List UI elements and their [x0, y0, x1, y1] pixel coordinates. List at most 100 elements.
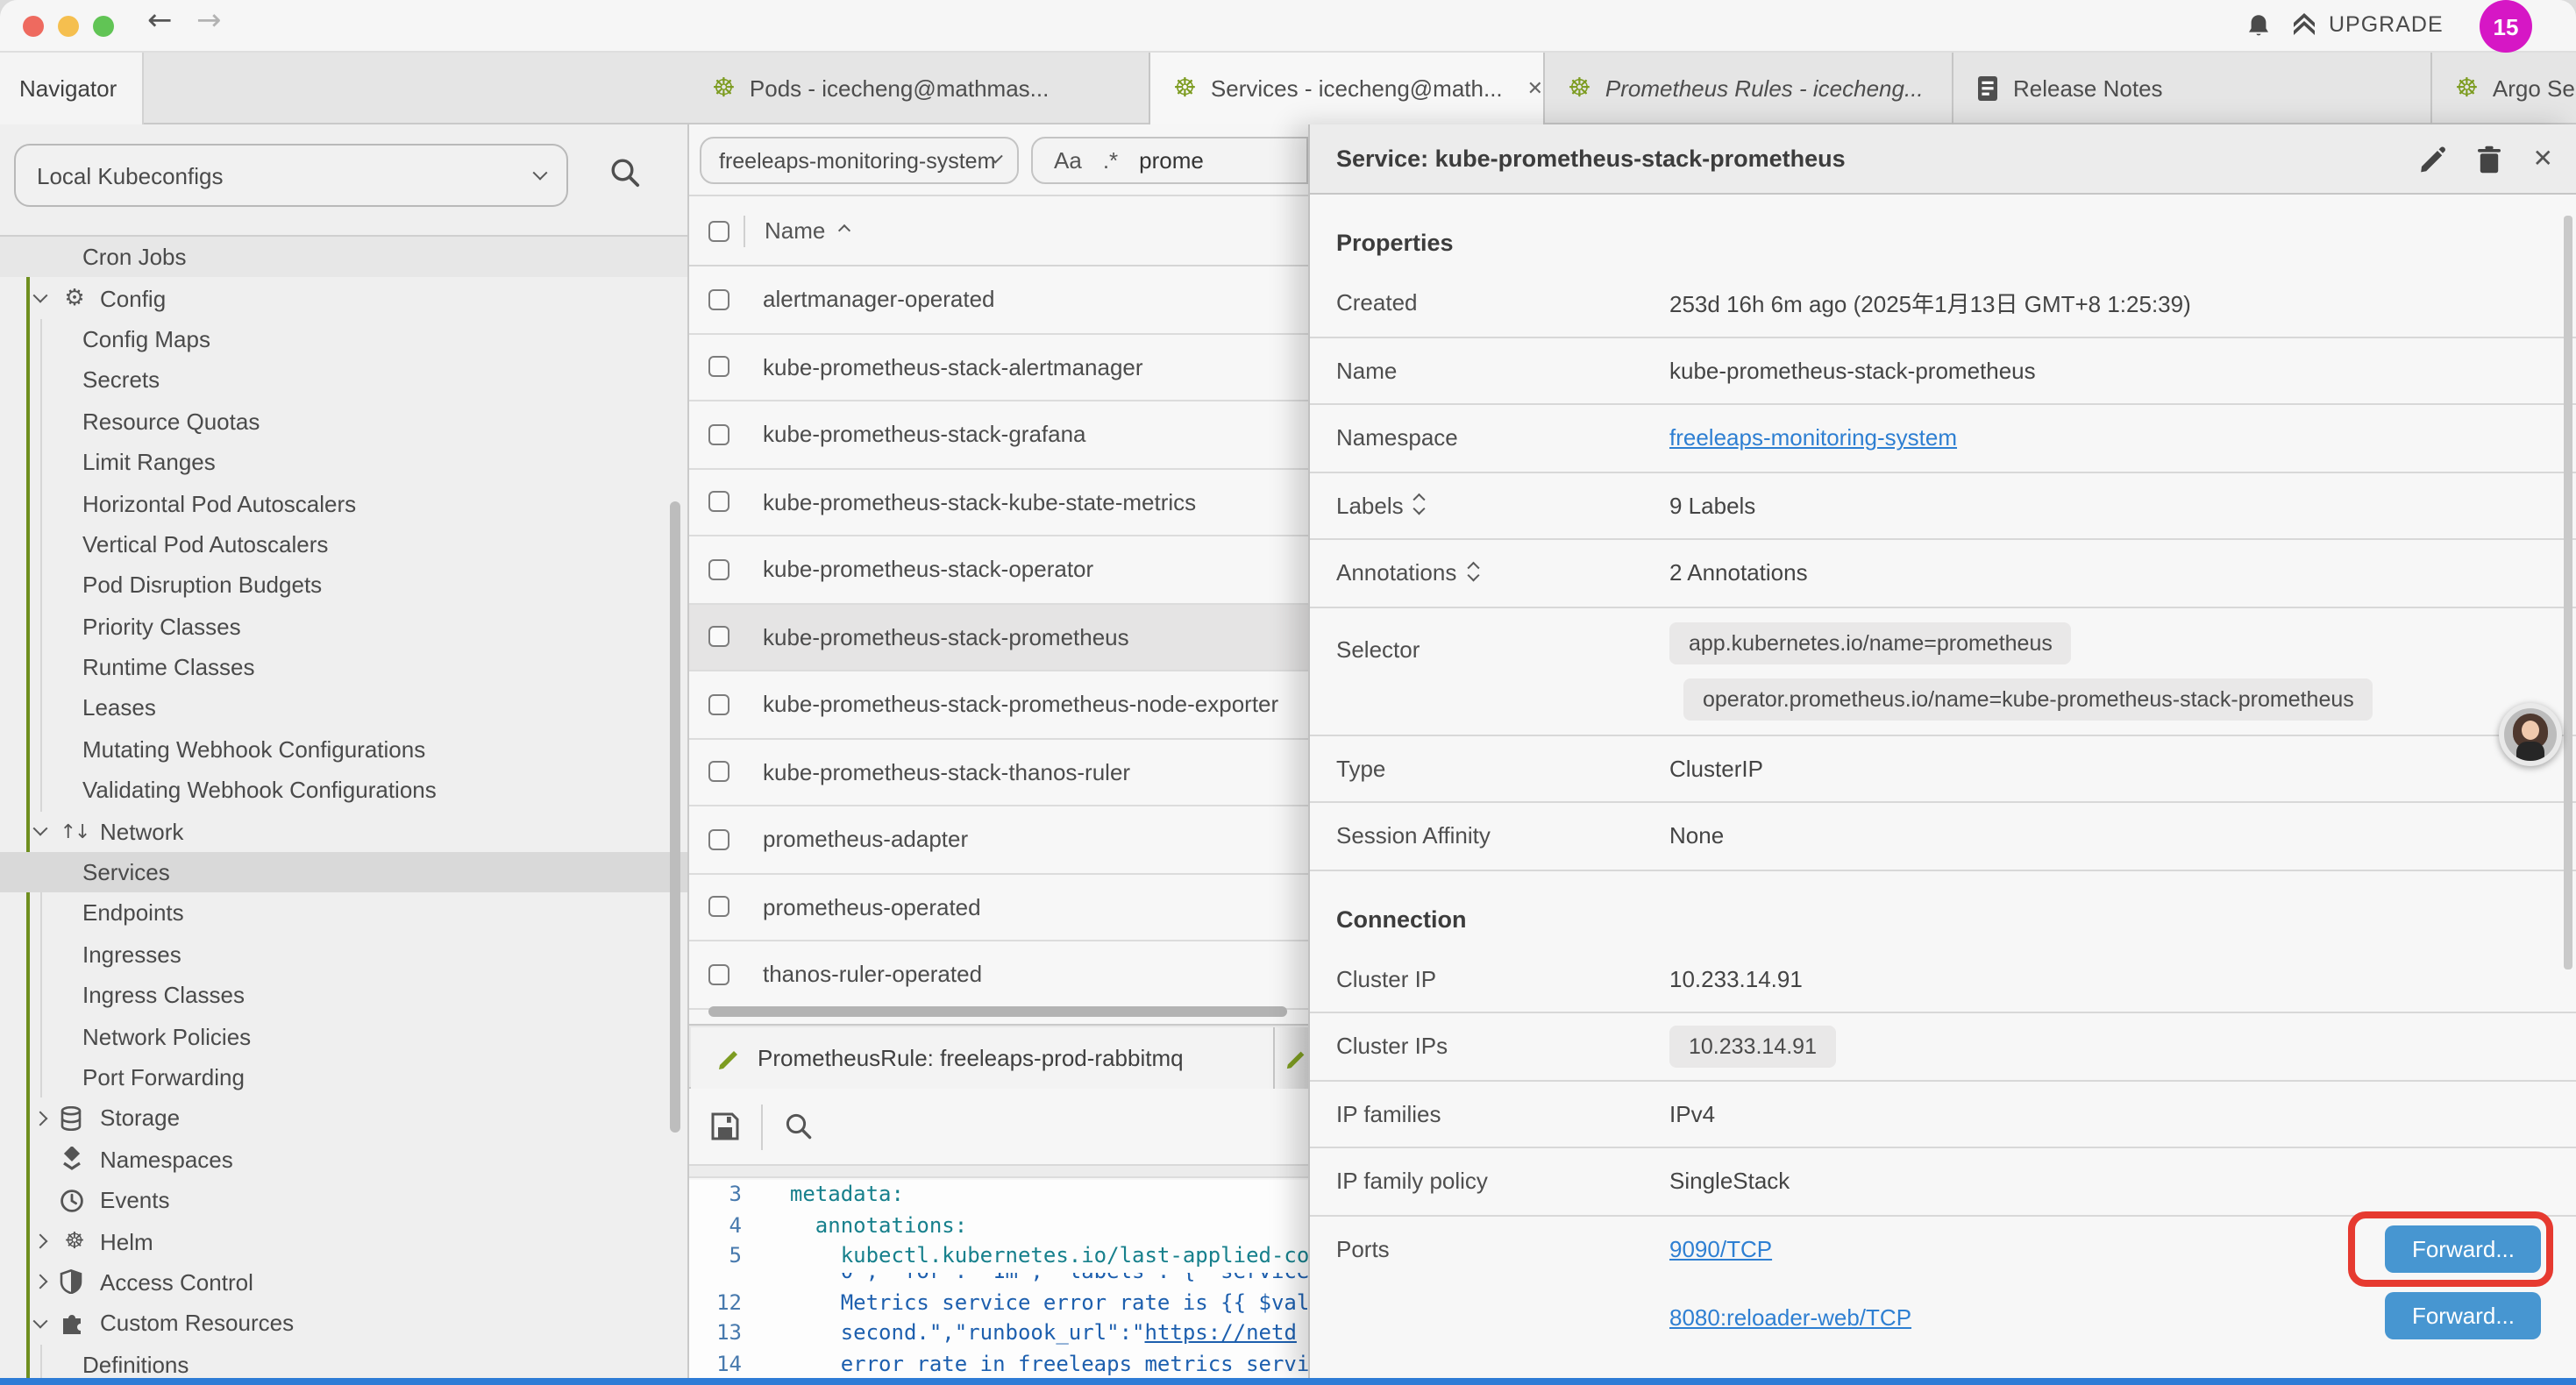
sidebar-item-vertical-pod-autoscalers[interactable]: Vertical Pod Autoscalers — [0, 523, 689, 565]
sidebar-item-port-forwarding[interactable]: Port Forwarding — [0, 1057, 689, 1098]
sidebar-group-network[interactable]: ↑↓Network — [0, 811, 689, 852]
yaml-editor[interactable]: 3 metadata: 4 annotations: 5 kubectl.kub… — [689, 1180, 1308, 1378]
notification-badge[interactable]: 15 — [2480, 0, 2532, 53]
expand-toggle-icon[interactable] — [1469, 565, 1477, 582]
detail-row-created: Created 253d 16h 6m ago (2025年1月13日 GMT+… — [1310, 270, 2576, 337]
chevron-right-icon — [33, 1234, 48, 1249]
row-checkbox[interactable] — [708, 762, 729, 783]
tab-pods[interactable]: ☸ Pods - icecheng@mathmas... — [689, 53, 1150, 124]
row-checkbox[interactable] — [708, 627, 729, 648]
expand-toggle-icon[interactable] — [1416, 497, 1424, 515]
sidebar-item-namespaces[interactable]: Namespaces — [0, 1139, 689, 1180]
regex-toggle[interactable]: .* — [1103, 147, 1118, 174]
search-icon[interactable] — [608, 156, 642, 189]
table-row[interactable]: kube-prometheus-stack-kube-state-metrics — [689, 469, 1308, 536]
sidebar-item-mutating-webhook-configurations[interactable]: Mutating Webhook Configurations — [0, 728, 689, 770]
kubeconfig-selector[interactable]: Local Kubeconfigs — [14, 144, 568, 207]
editor-tab-prometheusrule[interactable]: PrometheusRule: freeleaps-prod-rabbitmq — [691, 1027, 1275, 1089]
port-link-8080[interactable]: 8080:reloader-web/TCP — [1669, 1304, 1911, 1331]
table-row[interactable]: prometheus-adapter — [689, 806, 1308, 874]
find-icon[interactable] — [784, 1112, 814, 1141]
row-checkbox[interactable] — [708, 424, 729, 445]
tab-prometheus-rules[interactable]: ☸ Prometheus Rules - icecheng... — [1545, 53, 1953, 124]
sort-ascending-icon[interactable] — [837, 224, 850, 237]
navigator-scrollbar[interactable] — [670, 501, 680, 1133]
table-row[interactable]: kube-prometheus-stack-alertmanager — [689, 334, 1308, 401]
table-row-selected[interactable]: kube-prometheus-stack-prometheus — [689, 604, 1308, 671]
sidebar-group-access-control[interactable]: Access Control — [0, 1262, 689, 1303]
sidebar-item-secrets[interactable]: Secrets — [0, 359, 689, 401]
row-checkbox[interactable] — [708, 492, 729, 513]
sidebar-item-horizontal-pod-autoscalers[interactable]: Horizontal Pod Autoscalers — [0, 483, 689, 524]
sidebar-item-ingresses[interactable]: Ingresses — [0, 934, 689, 975]
table-row[interactable]: thanos-ruler-operated — [689, 941, 1308, 1009]
minimize-window-button[interactable] — [58, 16, 79, 37]
row-checkbox[interactable] — [708, 829, 729, 850]
forward-button[interactable]: Forward... — [2386, 1292, 2541, 1339]
sidebar-item-cron-jobs[interactable]: Cron Jobs — [0, 237, 689, 278]
bell-icon[interactable] — [2245, 12, 2273, 40]
zoom-window-button[interactable] — [93, 16, 114, 37]
sidebar-group-custom-resources[interactable]: Custom Resources — [0, 1303, 689, 1344]
sidebar-group-storage[interactable]: Storage — [0, 1097, 689, 1139]
edit-icon[interactable] — [2419, 146, 2447, 174]
delete-icon[interactable] — [2477, 146, 2503, 174]
editor-tab-partial[interactable] — [1275, 1027, 1308, 1089]
user-avatar[interactable] — [2499, 703, 2562, 766]
sidebar-item-limit-ranges[interactable]: Limit Ranges — [0, 442, 689, 483]
table-row[interactable]: kube-prometheus-stack-prometheus-node-ex… — [689, 671, 1308, 739]
port-link-9090[interactable]: 9090/TCP — [1669, 1237, 1772, 1263]
table-row[interactable]: prometheus-operated — [689, 874, 1308, 941]
sidebar-item-services[interactable]: Services — [0, 852, 689, 893]
table-row[interactable]: kube-prometheus-stack-grafana — [689, 401, 1308, 469]
select-all-checkbox[interactable] — [708, 220, 729, 241]
match-case-toggle[interactable]: Aa — [1054, 147, 1082, 174]
sidebar-item-network-policies[interactable]: Network Policies — [0, 1016, 689, 1057]
sidebar-item-leases[interactable]: Leases — [0, 688, 689, 729]
row-checkbox[interactable] — [708, 289, 729, 310]
sidebar-group-config[interactable]: ⚙Config — [0, 278, 689, 319]
close-drawer-icon[interactable]: ✕ — [2533, 146, 2553, 174]
namespace-filter-select[interactable]: freeleaps-monitoring-system — [700, 137, 1019, 184]
sidebar-item-resource-quotas[interactable]: Resource Quotas — [0, 401, 689, 442]
name-column-header[interactable]: Name — [765, 217, 825, 244]
namespace-link[interactable]: freeleaps-monitoring-system — [1669, 425, 1957, 451]
table-row[interactable]: alertmanager-operated — [689, 266, 1308, 334]
sidebar-item-priority-classes[interactable]: Priority Classes — [0, 606, 689, 647]
forward-arrow-icon[interactable]: → — [196, 4, 222, 39]
back-arrow-icon[interactable]: ← — [147, 4, 173, 39]
sidebar-item-endpoints[interactable]: Endpoints — [0, 893, 689, 934]
code-link[interactable]: https://netd — [1145, 1320, 1297, 1345]
sidebar-item-events[interactable]: Events — [0, 1180, 689, 1221]
tab-argo[interactable]: ☸ Argo Se — [2432, 53, 2576, 124]
list-search-input[interactable]: Aa .* prome — [1031, 137, 1308, 184]
forward-button[interactable]: Forward... — [2386, 1225, 2541, 1272]
close-window-button[interactable] — [23, 16, 44, 37]
row-checkbox[interactable] — [708, 559, 729, 580]
row-checkbox[interactable] — [708, 897, 729, 918]
section-title-connection: Connection — [1310, 870, 2576, 946]
tab-services[interactable]: ☸ Services - icecheng@math... ✕ — [1150, 53, 1545, 126]
row-checkbox[interactable] — [708, 964, 729, 985]
sidebar-item-ingress-classes[interactable]: Ingress Classes — [0, 975, 689, 1016]
sidebar-item-pod-disruption-budgets[interactable]: Pod Disruption Budgets — [0, 565, 689, 606]
drawer-scrollbar[interactable] — [2564, 216, 2572, 970]
detail-row-name: Name kube-prometheus-stack-prometheus — [1310, 337, 2576, 405]
row-checkbox[interactable] — [708, 694, 729, 715]
tab-release-notes[interactable]: Release Notes — [1953, 53, 2432, 124]
save-icon[interactable] — [710, 1112, 740, 1141]
sidebar-item-validating-webhook-configurations[interactable]: Validating Webhook Configurations — [0, 770, 689, 811]
sidebar-item-config-maps[interactable]: Config Maps — [0, 319, 689, 360]
table-row[interactable]: kube-prometheus-stack-thanos-ruler — [689, 739, 1308, 806]
close-tab-icon[interactable]: ✕ — [1527, 77, 1543, 100]
sidebar-item-definitions[interactable]: Definitions — [0, 1344, 689, 1378]
table-row[interactable]: kube-prometheus-stack-operator — [689, 536, 1308, 604]
horizontal-scrollbar[interactable] — [689, 1001, 1308, 1022]
upgrade-button[interactable]: UPGRADE — [2290, 11, 2444, 37]
tab-navigator[interactable]: Navigator — [0, 53, 144, 124]
sidebar-item-runtime-classes[interactable]: Runtime Classes — [0, 647, 689, 688]
row-checkbox[interactable] — [708, 357, 729, 378]
gears-icon: ⚙ — [60, 287, 89, 309]
detail-row-labels: Labels 9 Labels — [1310, 472, 2576, 540]
sidebar-group-helm[interactable]: ☸Helm — [0, 1221, 689, 1262]
